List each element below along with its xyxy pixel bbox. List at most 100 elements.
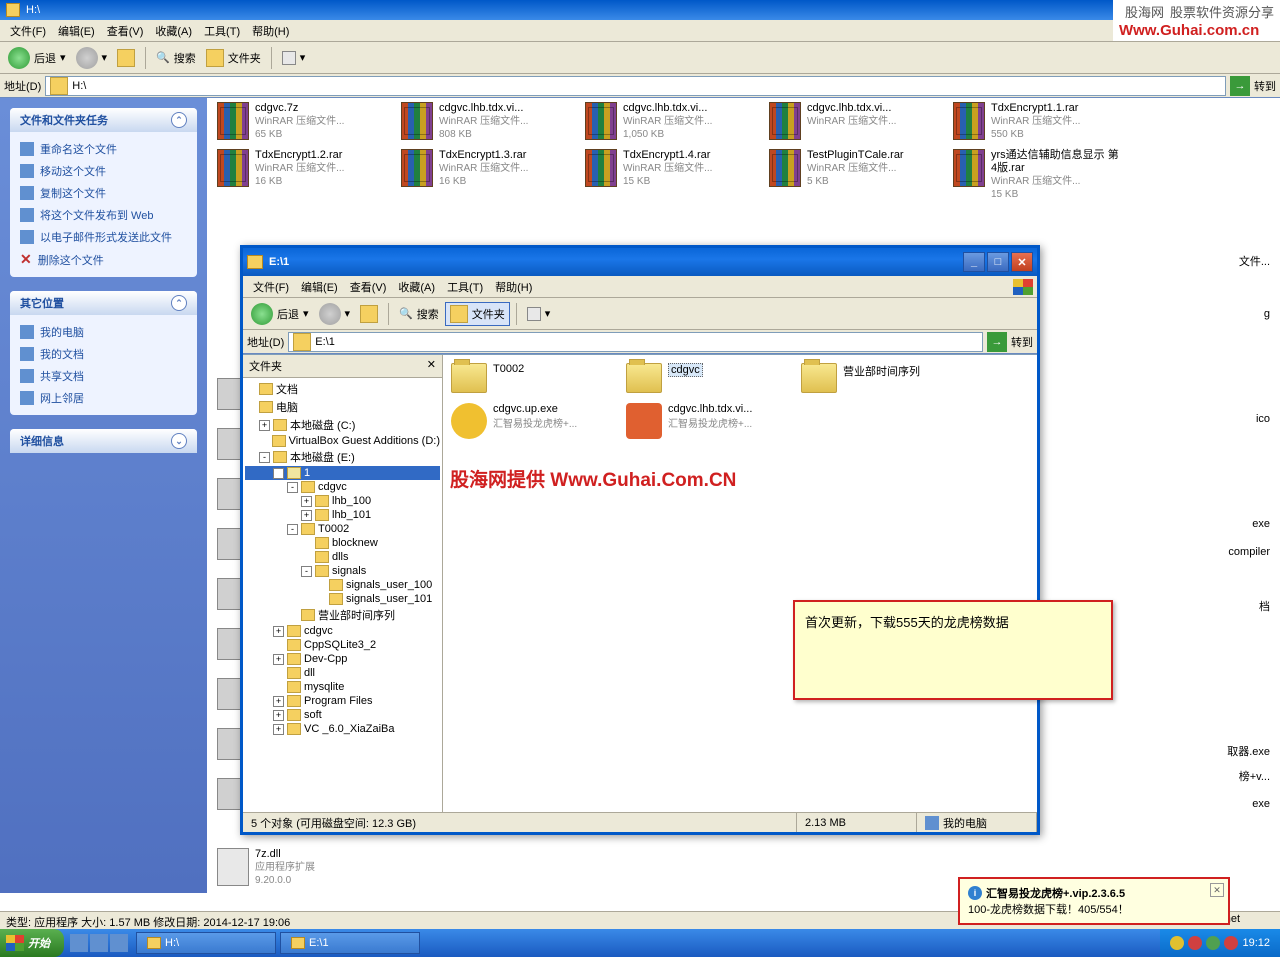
expand-icon[interactable]: - [287, 482, 298, 493]
search-button[interactable]: 🔍搜索 [395, 304, 443, 324]
close-tree-button[interactable]: ✕ [427, 358, 436, 374]
forward-button[interactable]: ▾ [315, 301, 355, 327]
expand-icon[interactable]: + [301, 510, 312, 521]
other-my-computer[interactable]: 我的电脑 [20, 321, 187, 343]
folder-item[interactable]: 营业部时间序列 [801, 363, 976, 393]
expand-icon[interactable]: + [273, 724, 284, 735]
menu-help[interactable]: 帮助(H) [489, 277, 538, 297]
up-button[interactable] [113, 47, 139, 69]
file-7z-dll[interactable]: 7z.dll应用程序扩展9.20.0.0 [217, 848, 387, 887]
tree-node[interactable]: VirtualBox Guest Additions (D:) [245, 434, 440, 448]
notification-balloon[interactable]: ✕ i汇智易投龙虎榜+.vip.2.3.6.5 100-龙虎榜数据下载！405/… [958, 877, 1230, 925]
tree-node[interactable]: 电脑 [245, 398, 440, 416]
detail-header[interactable]: 详细信息⌄ [10, 429, 197, 453]
desktop-icon[interactable] [90, 934, 108, 952]
expand-icon[interactable]: + [273, 626, 284, 637]
expand-icon[interactable]: - [259, 452, 270, 463]
tree-node[interactable]: + 本地磁盘 (C:) [245, 416, 440, 434]
tree-node[interactable]: dll [245, 666, 440, 680]
go-button[interactable]: → [987, 332, 1007, 352]
tree-node[interactable]: - T0002 [245, 522, 440, 536]
file-item[interactable]: TdxEncrypt1.3.rarWinRAR 压缩文件...16 KB [401, 149, 571, 201]
tree-node[interactable]: - 本地磁盘 (E:) [245, 448, 440, 466]
tray-icon[interactable] [1188, 936, 1202, 950]
other-network[interactable]: 网上邻居 [20, 387, 187, 409]
file-item[interactable]: cdgvc.lhb.tdx.vi...WinRAR 压缩文件...1,050 K… [585, 102, 755, 141]
tree-node[interactable]: signals_user_101 [245, 592, 440, 606]
task-rename[interactable]: 重命名这个文件 [20, 138, 187, 160]
tree-node[interactable]: mysqlite [245, 680, 440, 694]
close-balloon-button[interactable]: ✕ [1210, 883, 1224, 897]
maximize-button[interactable]: □ [987, 252, 1009, 272]
tree-node[interactable]: 文档 [245, 380, 440, 398]
folder-item[interactable]: cdgvc [626, 363, 801, 393]
tree-node[interactable]: + lhb_101 [245, 508, 440, 522]
task-h-drive[interactable]: H:\ [136, 932, 276, 954]
tree-node[interactable]: - 1 [245, 466, 440, 480]
file-item[interactable]: TdxEncrypt1.2.rarWinRAR 压缩文件...16 KB [217, 149, 387, 201]
player-icon[interactable] [110, 934, 128, 952]
other-shared[interactable]: 共享文档 [20, 365, 187, 387]
expand-icon[interactable]: + [273, 654, 284, 665]
up-button[interactable] [356, 303, 382, 325]
folders-button[interactable]: 文件夹 [445, 302, 510, 326]
task-copy[interactable]: 复制这个文件 [20, 182, 187, 204]
tree-node[interactable]: CppSQLite3_2 [245, 638, 440, 652]
tree-node[interactable]: dlls [245, 550, 440, 564]
ie-icon[interactable] [70, 934, 88, 952]
search-button[interactable]: 🔍搜索 [152, 48, 200, 68]
back-button[interactable]: 后退▾ [247, 301, 313, 327]
menu-file[interactable]: 文件(F) [4, 21, 52, 41]
views-button[interactable]: ▾ [278, 49, 310, 67]
tree-node[interactable]: + cdgvc [245, 624, 440, 638]
exe-item[interactable]: cdgvc.up.exe汇智易投龙虎榜+... [451, 403, 626, 439]
close-button[interactable]: ✕ [1011, 252, 1033, 272]
expand-icon[interactable]: + [273, 696, 284, 707]
tree-node[interactable]: - cdgvc [245, 480, 440, 494]
tree-node[interactable]: + Dev-Cpp [245, 652, 440, 666]
exe-item[interactable]: cdgvc.lhb.tdx.vi...汇智易投龙虎榜+... [626, 403, 801, 439]
file-item[interactable]: TdxEncrypt1.4.rarWinRAR 压缩文件...15 KB [585, 149, 755, 201]
task-move[interactable]: 移动这个文件 [20, 160, 187, 182]
menu-tools[interactable]: 工具(T) [198, 21, 246, 41]
menu-help[interactable]: 帮助(H) [246, 21, 295, 41]
tree-node[interactable]: 营业部时间序列 [245, 606, 440, 624]
task-email[interactable]: 以电子邮件形式发送此文件 [20, 226, 187, 248]
folders-button[interactable]: 文件夹 [202, 47, 265, 69]
expand-icon[interactable]: + [273, 710, 284, 721]
file-item[interactable]: cdgvc.lhb.tdx.vi...WinRAR 压缩文件... [769, 102, 939, 141]
menu-tools[interactable]: 工具(T) [441, 277, 489, 297]
tree-node[interactable]: + Program Files [245, 694, 440, 708]
tree-node[interactable]: + soft [245, 708, 440, 722]
expand-icon[interactable]: - [273, 468, 284, 479]
task-delete[interactable]: ✕删除这个文件 [20, 248, 187, 271]
tray-icon[interactable] [1224, 936, 1238, 950]
inner-titlebar[interactable]: E:\1 _ □ ✕ [243, 248, 1037, 276]
minimize-button[interactable]: _ [963, 252, 985, 272]
start-button[interactable]: 开始 [0, 929, 64, 957]
address-input[interactable]: H:\ [45, 76, 1226, 96]
menu-edit[interactable]: 编辑(E) [295, 277, 344, 297]
expand-icon[interactable]: - [301, 566, 312, 577]
other-header[interactable]: 其它位置⌃ [10, 291, 197, 315]
task-e-1[interactable]: E:\1 [280, 932, 420, 954]
menu-edit[interactable]: 编辑(E) [52, 21, 101, 41]
tree-node[interactable]: + lhb_100 [245, 494, 440, 508]
go-button[interactable]: → [1230, 76, 1250, 96]
file-item[interactable]: cdgvc.7zWinRAR 压缩文件...65 KB [217, 102, 387, 141]
tray-icon[interactable] [1170, 936, 1184, 950]
menu-view[interactable]: 查看(V) [101, 21, 150, 41]
folder-item[interactable]: T0002 [451, 363, 626, 393]
forward-button[interactable]: ▾ [72, 45, 112, 71]
expand-icon[interactable]: + [301, 496, 312, 507]
tasks-header[interactable]: 文件和文件夹任务⌃ [10, 108, 197, 132]
tree-node[interactable]: signals_user_100 [245, 578, 440, 592]
views-button[interactable]: ▾ [523, 305, 555, 323]
tree-node[interactable]: - signals [245, 564, 440, 578]
menu-file[interactable]: 文件(F) [247, 277, 295, 297]
menu-fav[interactable]: 收藏(A) [149, 21, 198, 41]
file-item[interactable]: cdgvc.lhb.tdx.vi...WinRAR 压缩文件...808 KB [401, 102, 571, 141]
expand-icon[interactable]: - [287, 524, 298, 535]
file-item[interactable]: TdxEncrypt1.1.rarWinRAR 压缩文件...550 KB [953, 102, 1123, 141]
file-item[interactable]: yrs通达信辅助信息显示 第4版.rarWinRAR 压缩文件...15 KB [953, 149, 1123, 201]
